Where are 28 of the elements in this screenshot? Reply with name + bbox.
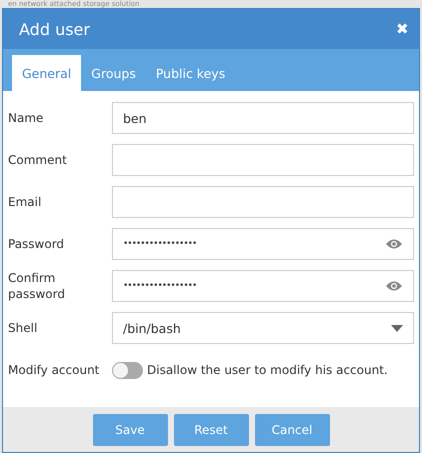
footer-button[interactable]: Cancel <box>254 414 330 446</box>
dialog-title: Add user <box>19 20 90 38</box>
caret-icon <box>391 324 403 332</box>
tab[interactable]: Public keys <box>146 55 236 91</box>
password-value: ••••••••••••••••• <box>123 281 196 291</box>
password-field[interactable]: ••••••••••••••••• <box>112 228 414 260</box>
field-label: Modify account <box>8 362 100 378</box>
eye-icon[interactable] <box>385 280 403 292</box>
field-label: Name <box>8 110 44 126</box>
field-label: Confirm password <box>8 270 66 302</box>
input-field[interactable] <box>112 144 414 176</box>
password-field[interactable]: ••••••••••••••••• <box>112 270 414 302</box>
tab[interactable]: General <box>12 55 82 91</box>
field-label: Shell <box>8 320 38 336</box>
input-field[interactable] <box>112 186 414 218</box>
close-button[interactable]: ✖ <box>396 20 409 38</box>
input-field[interactable]: ben <box>112 102 414 134</box>
shell-dropdown[interactable]: /bin/bash <box>112 312 414 344</box>
tab[interactable]: Groups <box>81 55 146 91</box>
toggle-description: Disallow the user to modify his account. <box>147 363 388 377</box>
password-value: ••••••••••••••••• <box>123 239 196 249</box>
toggle-switch[interactable] <box>112 362 143 378</box>
eye-icon[interactable] <box>385 238 403 250</box>
footer-button[interactable]: Reset <box>174 414 248 446</box>
field-label: Password <box>8 236 66 252</box>
field-label: Email <box>8 194 42 210</box>
footer-button[interactable]: Save <box>92 414 168 446</box>
field-label: Comment <box>8 152 68 168</box>
